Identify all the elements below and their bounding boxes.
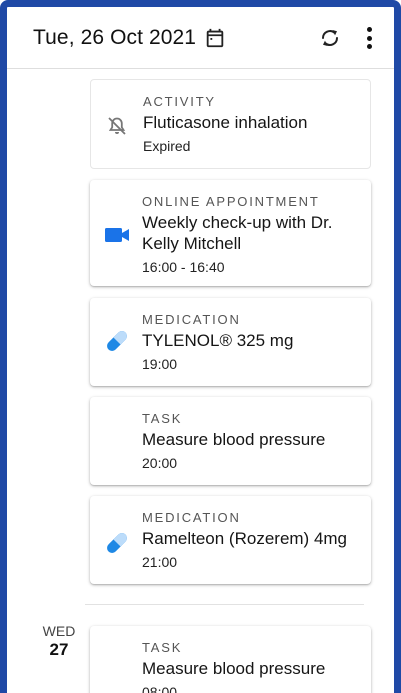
day-number: 27 <box>49 640 69 659</box>
video-camera-icon <box>104 225 130 250</box>
day-label: WED 27 <box>39 623 79 660</box>
day-weekday: WED <box>42 623 76 639</box>
event-category: MEDICATION <box>142 510 241 525</box>
event-title: TYLENOL® 325 mg <box>142 331 294 350</box>
date-title[interactable]: Tue, 26 Oct 2021 <box>33 26 196 50</box>
pill-icon <box>104 328 130 359</box>
event-category: TASK <box>142 411 183 426</box>
event-title: Fluticasone inhalation <box>143 113 308 132</box>
event-category: ACTIVITY <box>143 94 216 109</box>
event-time: 20:00 <box>142 455 178 471</box>
event-card[interactable]: ONLINE APPOINTMENT Weekly check-up with … <box>90 180 371 286</box>
agenda-list: ACTIVITY Fluticasone inhalation Expired … <box>7 69 394 693</box>
event-time: 19:00 <box>142 356 178 372</box>
event-category: MEDICATION <box>142 312 241 327</box>
event-status: Expired <box>143 138 191 154</box>
notifications-off-icon <box>105 114 129 143</box>
app-frame: Tue, 26 Oct 2021 ACTIVITY Fluticasone in… <box>0 0 401 693</box>
event-card[interactable]: ACTIVITY Fluticasone inhalation Expired <box>90 79 371 169</box>
event-title: Measure blood pressure <box>142 659 326 678</box>
event-card[interactable]: TASK Measure blood pressure 08:00 <box>90 626 371 693</box>
event-category: ONLINE APPOINTMENT <box>142 194 320 209</box>
event-time: 16:00 - 16:40 <box>142 259 225 275</box>
event-time: 08:00 <box>142 684 178 693</box>
event-title: Ramelteon (Rozerem) 4mg <box>142 529 348 548</box>
calendar-icon[interactable] <box>204 27 226 49</box>
event-title: Measure blood pressure <box>142 430 326 449</box>
event-card[interactable]: TASK Measure blood pressure 20:00 <box>90 397 371 485</box>
more-vert-icon[interactable] <box>362 24 376 52</box>
sync-icon[interactable] <box>318 26 342 50</box>
app-bar: Tue, 26 Oct 2021 <box>7 7 394 69</box>
event-title: Weekly check-up with Dr. Kelly Mitchell <box>142 213 333 253</box>
day-divider <box>85 604 364 605</box>
event-category: TASK <box>142 640 183 655</box>
event-time: 21:00 <box>142 554 178 570</box>
pill-icon <box>104 530 130 561</box>
event-card[interactable]: MEDICATION TYLENOL® 325 mg 19:00 <box>90 298 371 386</box>
event-card[interactable]: MEDICATION Ramelteon (Rozerem) 4mg 21:00 <box>90 496 371 584</box>
